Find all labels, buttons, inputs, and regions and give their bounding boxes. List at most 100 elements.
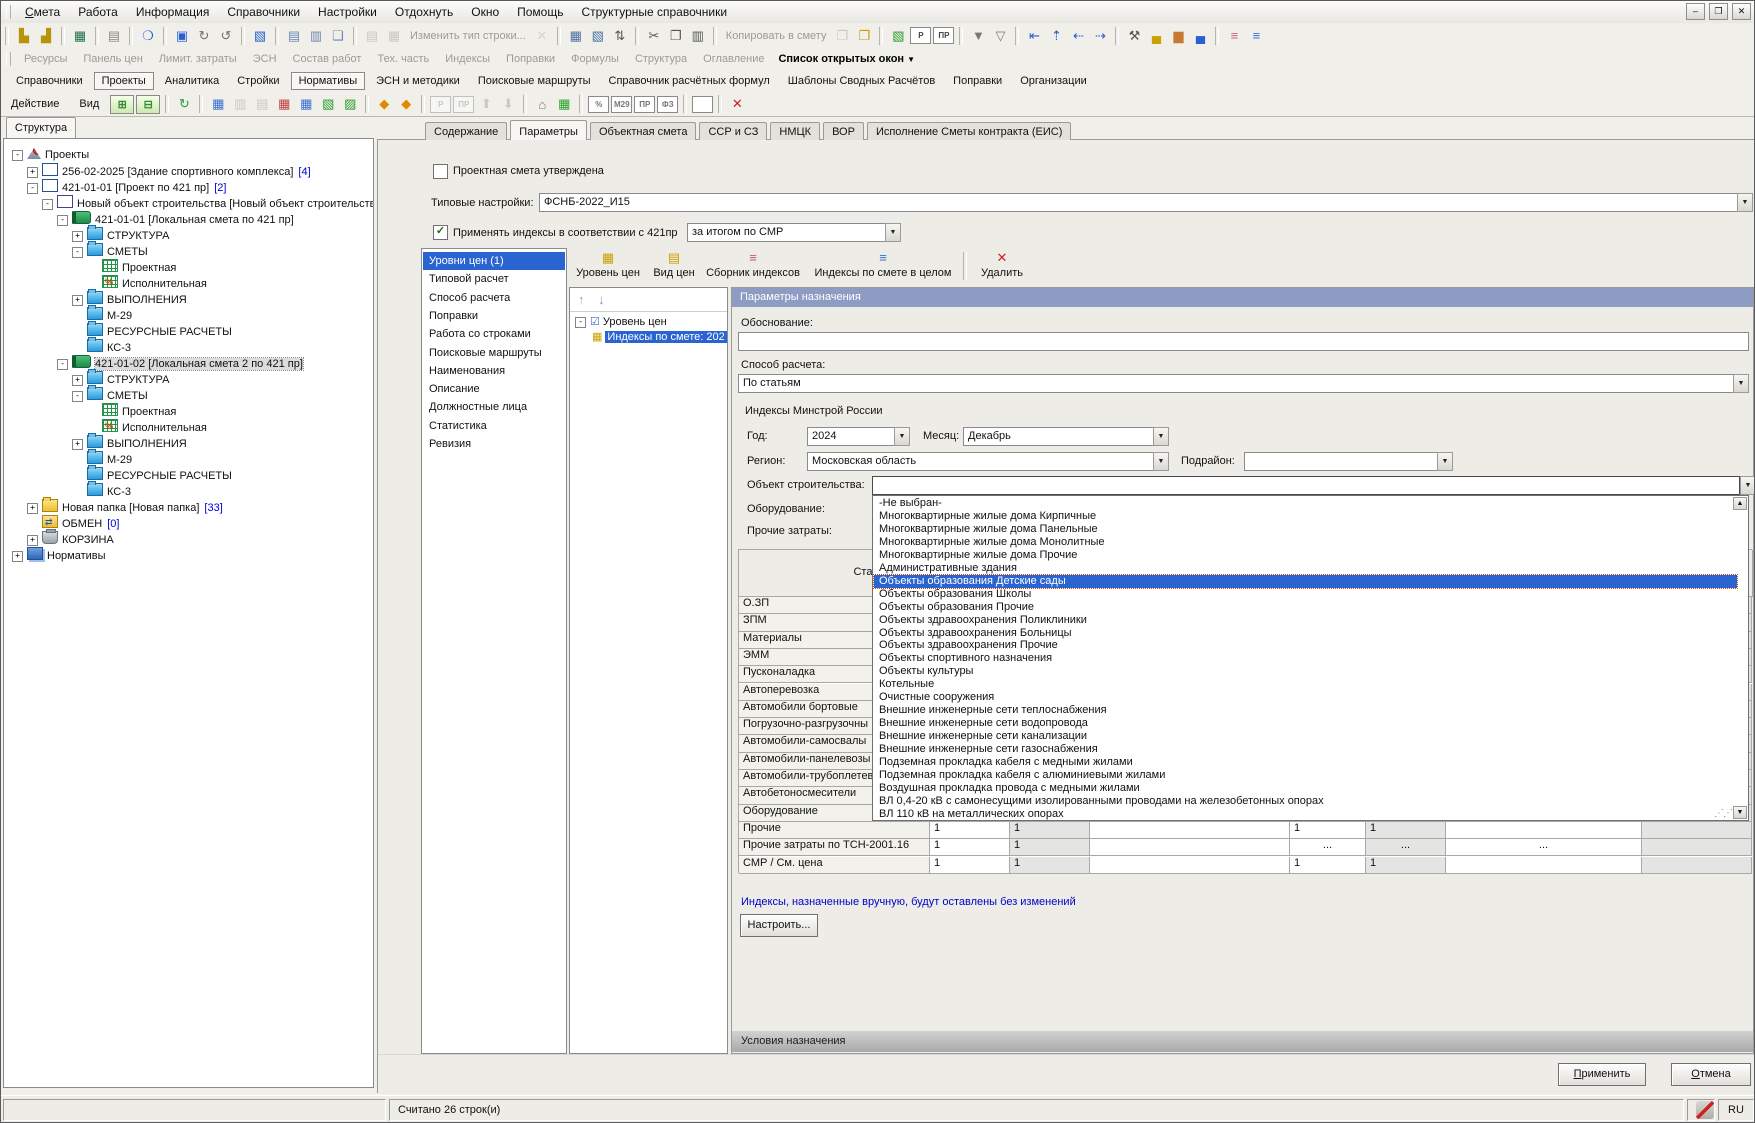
materials-bricks-icon[interactable]: ▆ [1168, 26, 1188, 45]
panel-strip-item-11[interactable]: Оглавление [695, 53, 772, 65]
open-windows-button[interactable]: Список открытых окон ▼ [772, 53, 921, 65]
workspace-tab-7[interactable]: Поисковые маршруты [471, 73, 598, 89]
add-database-icon[interactable]: ▧ [588, 26, 608, 45]
object-dropdown-list[interactable]: ▲ ▼ ⋰⋰ -Не выбран-Многоквартирные жилые … [872, 495, 1749, 821]
apply-button[interactable]: Применить [1558, 1063, 1646, 1086]
cost-cell[interactable]: 1 [1366, 857, 1446, 874]
panel-strip-item-1[interactable]: Ресурсы [16, 53, 75, 65]
fz-icon[interactable]: ФЗ [657, 96, 678, 113]
tree-item[interactable]: -421-01-02 [Локальная смета 2 по 421 пр] [4, 355, 374, 371]
pr-form-icon[interactable]: ПР [634, 96, 655, 113]
expand-icon[interactable]: + [12, 551, 23, 562]
close-button[interactable]: ✕ [1732, 3, 1751, 20]
dropdown-option-13[interactable]: Объекты спортивного назначения [874, 652, 1737, 665]
dropdown-option-4[interactable]: Многоквартирные жилые дома Монолитные [874, 536, 1737, 549]
collapse-icon[interactable]: - [12, 150, 23, 161]
chevron-down-icon[interactable]: ▼ [1737, 193, 1753, 212]
percent-icon[interactable]: % [588, 96, 609, 113]
tree-item[interactable]: М-29 [4, 307, 374, 323]
report-icon[interactable]: ▦ [208, 95, 228, 114]
insert-branch-icon[interactable]: ▟ [36, 26, 56, 45]
expand-icon[interactable]: + [72, 295, 83, 306]
price-levels-panel[interactable]: ↑↓-☑Уровень цен▦Индексы по смете: 202 [569, 287, 728, 1054]
dropdown-option-2[interactable]: Многоквартирные жилые дома Кирпичные [874, 510, 1737, 523]
dropdown-option-23[interactable]: Воздушная прокладка провода с медными жи… [874, 782, 1737, 795]
outdent-icon[interactable]: ⇠ [1068, 26, 1088, 45]
indent-up-icon[interactable]: ⇡ [1046, 26, 1066, 45]
category-item-11[interactable]: Ревизия [423, 435, 565, 453]
dropdown-option-24[interactable]: ВЛ 0,4-20 кВ с самонесущими изолированны… [874, 795, 1737, 808]
category-item-9[interactable]: Должностные лица [423, 398, 565, 416]
pdf-icon[interactable]: ▤ [104, 26, 124, 45]
tree-item[interactable]: -Новый объект строительства [Новый объек… [4, 195, 374, 211]
row-type-icon[interactable]: ▤ [284, 26, 304, 45]
menu-item-7[interactable]: Окно [462, 2, 508, 22]
chevron-down-icon[interactable]: ▼ [1153, 452, 1169, 471]
workspace-tab-1[interactable]: Справочники [9, 73, 90, 89]
dropdown-option-10[interactable]: Объекты здравоохранения Поликлиники [874, 614, 1737, 627]
refresh-icon[interactable]: ↻ [174, 95, 194, 114]
estimate-export-icon[interactable]: ▨ [340, 95, 360, 114]
tree-item[interactable]: Проектная [4, 403, 374, 419]
cost-cell[interactable] [1642, 839, 1752, 856]
sheet-icon[interactable]: ▤ [252, 95, 272, 114]
dropdown-option-25[interactable]: ВЛ 110 кВ на металлических опорах [874, 808, 1737, 821]
prices-p-icon[interactable]: P [910, 27, 931, 44]
prices-pr-icon[interactable]: ПР [933, 27, 954, 44]
cost-cell[interactable] [1090, 839, 1290, 856]
indent-right-icon[interactable]: ⇢ [1090, 26, 1110, 45]
tree-item[interactable]: -СМЕТЫ [4, 243, 374, 259]
action-menu-1[interactable]: Действие [1, 95, 69, 113]
chevron-down-icon[interactable]: ▼ [1740, 476, 1755, 495]
expand-icon[interactable]: + [72, 375, 83, 386]
panel-strip-item-9[interactable]: Формулы [563, 53, 627, 65]
tree-item[interactable]: -Проекты [4, 147, 374, 163]
dropdown-option-14[interactable]: Объекты культуры [874, 665, 1737, 678]
down-arrow-icon[interactable]: ⬇ [498, 95, 518, 114]
report-copy-icon[interactable]: ▥ [230, 95, 250, 114]
collapse-icon[interactable]: - [42, 199, 53, 210]
home-icon[interactable]: ⌂ [532, 95, 552, 114]
comment-icon[interactable]: ❏ [328, 26, 348, 45]
toolbar-grip[interactable] [6, 52, 11, 66]
panel-strip-item-2[interactable]: Панель цен [75, 53, 150, 65]
tree-item[interactable]: М-29 [4, 451, 374, 467]
tree-item[interactable]: +256-02-2025 [Здание спортивного комплек… [4, 163, 374, 179]
workspace-tab-3[interactable]: Аналитика [158, 73, 226, 89]
tree-item[interactable]: РЕСУРСНЫЕ РАСЧЕТЫ [4, 323, 374, 339]
expand-icon[interactable]: + [27, 535, 38, 546]
dropdown-option-20[interactable]: Внешние инженерные сети газоснабжения [874, 743, 1737, 756]
cost-cell[interactable] [1446, 857, 1642, 874]
copy-sheet-icon[interactable]: ❐ [832, 26, 852, 45]
workspace-tab-5[interactable]: Нормативы [291, 72, 366, 90]
action-menu-2[interactable]: Вид [69, 95, 109, 113]
tree-item[interactable]: Проектная [4, 259, 374, 275]
apply-mode-combobox[interactable]: за итогом по СМР [687, 223, 887, 242]
apply-indexes-checkbox[interactable]: ✓ [433, 225, 448, 240]
category-item-8[interactable]: Описание [423, 380, 565, 398]
justification-input[interactable] [738, 332, 1749, 351]
panel-strip-item-4[interactable]: ЭСН [245, 53, 285, 65]
index-layers-pink-icon[interactable]: ≡ [1224, 26, 1244, 45]
collapse-icon[interactable]: - [57, 359, 68, 370]
works-hammer-icon[interactable]: ⚒ [1124, 26, 1144, 45]
paste-buffer-icon[interactable]: ❒ [854, 26, 874, 45]
collapse-icon[interactable]: - [72, 247, 83, 258]
tree-item[interactable]: КС-3 [4, 339, 374, 355]
menu-item-3[interactable]: Информация [127, 2, 218, 22]
price-level-button[interactable]: ▦Уровень цен [572, 250, 644, 283]
price-book-icon[interactable]: ▧ [888, 26, 908, 45]
tree-item[interactable]: +СТРУКТУРА [4, 371, 374, 387]
excel-icon[interactable]: ▦ [70, 26, 90, 45]
subregion-combobox[interactable] [1244, 452, 1453, 471]
menu-item-8[interactable]: Помощь [508, 2, 572, 22]
approved-checkbox[interactable] [433, 164, 448, 179]
menu-item-4[interactable]: Справочники [218, 2, 309, 22]
collapse-icon[interactable]: - [72, 391, 83, 402]
chevron-down-icon[interactable]: ▼ [1437, 452, 1453, 471]
estimate-book-icon[interactable]: ▧ [318, 95, 338, 114]
tree-item[interactable]: +СТРУКТУРА [4, 227, 374, 243]
undo-icon[interactable]: ↺ [216, 26, 236, 45]
table-edit-icon[interactable]: ▦ [274, 95, 294, 114]
category-item-4[interactable]: Поправки [423, 307, 565, 325]
